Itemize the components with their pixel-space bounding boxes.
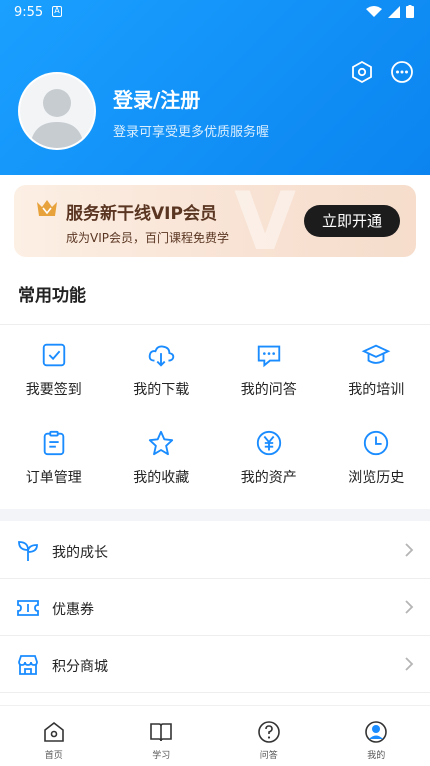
wifi-icon — [366, 5, 382, 17]
status-time: 9:55 — [14, 5, 44, 20]
training-label: 我的培训 — [348, 382, 405, 398]
vip-crown-icon — [37, 200, 57, 216]
checkin-label: 我要签到 — [25, 382, 82, 398]
history-label: 浏览历史 — [348, 470, 405, 486]
checkin-button[interactable]: 我要签到 — [0, 333, 108, 399]
login-subtitle: 登录可享受更多优质服务喔 — [113, 125, 270, 140]
hexagon-settings-icon — [352, 60, 372, 84]
settings-button[interactable] — [350, 60, 374, 84]
checkin-icon — [42, 343, 65, 367]
nav-study[interactable]: 学习 — [108, 706, 216, 766]
downloads-label: 我的下载 — [133, 382, 190, 398]
avatar[interactable] — [18, 72, 96, 150]
nav-qa[interactable]: 问答 — [215, 706, 323, 766]
header-actions — [350, 60, 414, 84]
list-item-growth[interactable]: 我的成长 — [0, 522, 430, 579]
favorites-label: 我的收藏 — [133, 470, 190, 486]
chevron-right-icon — [405, 543, 414, 557]
vip-title: 服务新干线VIP会员 — [66, 204, 217, 224]
nav-home-label: 首页 — [44, 751, 63, 761]
vip-subtitle: 成为VIP会员，百门课程免费学 — [66, 231, 229, 245]
nav-study-label: 学习 — [152, 751, 171, 761]
divider — [0, 324, 430, 325]
vip-open-button[interactable]: 立即开通 — [304, 205, 400, 237]
signal-icon — [388, 5, 400, 18]
nav-qa-label: 问答 — [259, 751, 278, 761]
profile-header: 9:55 A 登录/注册 登录可享受更多优质服务喔 — [0, 0, 430, 175]
more-button[interactable] — [390, 60, 414, 84]
question-icon — [257, 721, 280, 743]
common-functions-grid: 我要签到 我的下载 我的问答 我的培训 订单管理 我的收藏 我的资产 浏览历史 — [0, 333, 430, 487]
list-item-coupons[interactable]: 优惠券 — [0, 579, 430, 636]
chevron-right-icon — [405, 600, 414, 614]
list-item-label: 我的成长 — [52, 545, 108, 561]
clipboard-icon — [43, 430, 65, 456]
common-functions-title: 常用功能 — [18, 286, 86, 306]
menu-list: 我的成长 优惠券 积分商城 — [0, 522, 430, 693]
qa-button[interactable]: 我的问答 — [215, 333, 323, 399]
user-icon — [365, 721, 388, 743]
default-avatar-icon — [20, 74, 94, 148]
training-button[interactable]: 我的培训 — [323, 333, 430, 399]
list-item-label: 积分商城 — [52, 659, 108, 675]
nav-mine[interactable]: 我的 — [323, 706, 430, 766]
battery-icon — [406, 5, 414, 18]
status-icons — [366, 5, 414, 18]
favorites-button[interactable]: 我的收藏 — [108, 421, 216, 487]
orders-button[interactable]: 订单管理 — [0, 421, 108, 487]
vip-deco-letter: V — [234, 185, 296, 257]
graduation-cap-icon — [361, 344, 391, 364]
login-register-link[interactable]: 登录/注册 — [113, 84, 200, 113]
store-icon — [18, 655, 38, 675]
nav-mine-label: 我的 — [367, 751, 386, 761]
ticket-icon — [17, 600, 39, 616]
more-dots-icon — [391, 61, 413, 83]
orders-label: 订单管理 — [25, 470, 82, 486]
bottom-navigation: 首页 学习 问答 我的 — [0, 706, 430, 766]
list-item-points-mall[interactable]: 积分商城 — [0, 636, 430, 693]
chat-icon — [257, 345, 280, 368]
star-icon — [149, 430, 174, 456]
yen-icon — [256, 430, 281, 456]
vip-banner[interactable]: V 服务新干线VIP会员 成为VIP会员，百门课程免费学 立即开通 — [14, 185, 416, 257]
list-item-label: 优惠券 — [52, 602, 94, 618]
qa-label: 我的问答 — [240, 382, 297, 398]
assets-label: 我的资产 — [240, 470, 297, 486]
assets-button[interactable]: 我的资产 — [215, 421, 323, 487]
home-icon — [43, 721, 64, 742]
clock-icon — [364, 430, 389, 456]
section-separator — [0, 509, 430, 521]
history-button[interactable]: 浏览历史 — [323, 421, 430, 487]
chevron-right-icon — [405, 657, 414, 671]
sprout-icon — [18, 541, 38, 561]
nav-home[interactable]: 首页 — [0, 706, 108, 766]
notification-a-icon: A — [52, 6, 62, 17]
book-icon — [150, 723, 173, 742]
cloud-download-icon — [148, 345, 175, 367]
status-bar: 9:55 A — [0, 0, 430, 26]
downloads-button[interactable]: 我的下载 — [108, 333, 216, 399]
